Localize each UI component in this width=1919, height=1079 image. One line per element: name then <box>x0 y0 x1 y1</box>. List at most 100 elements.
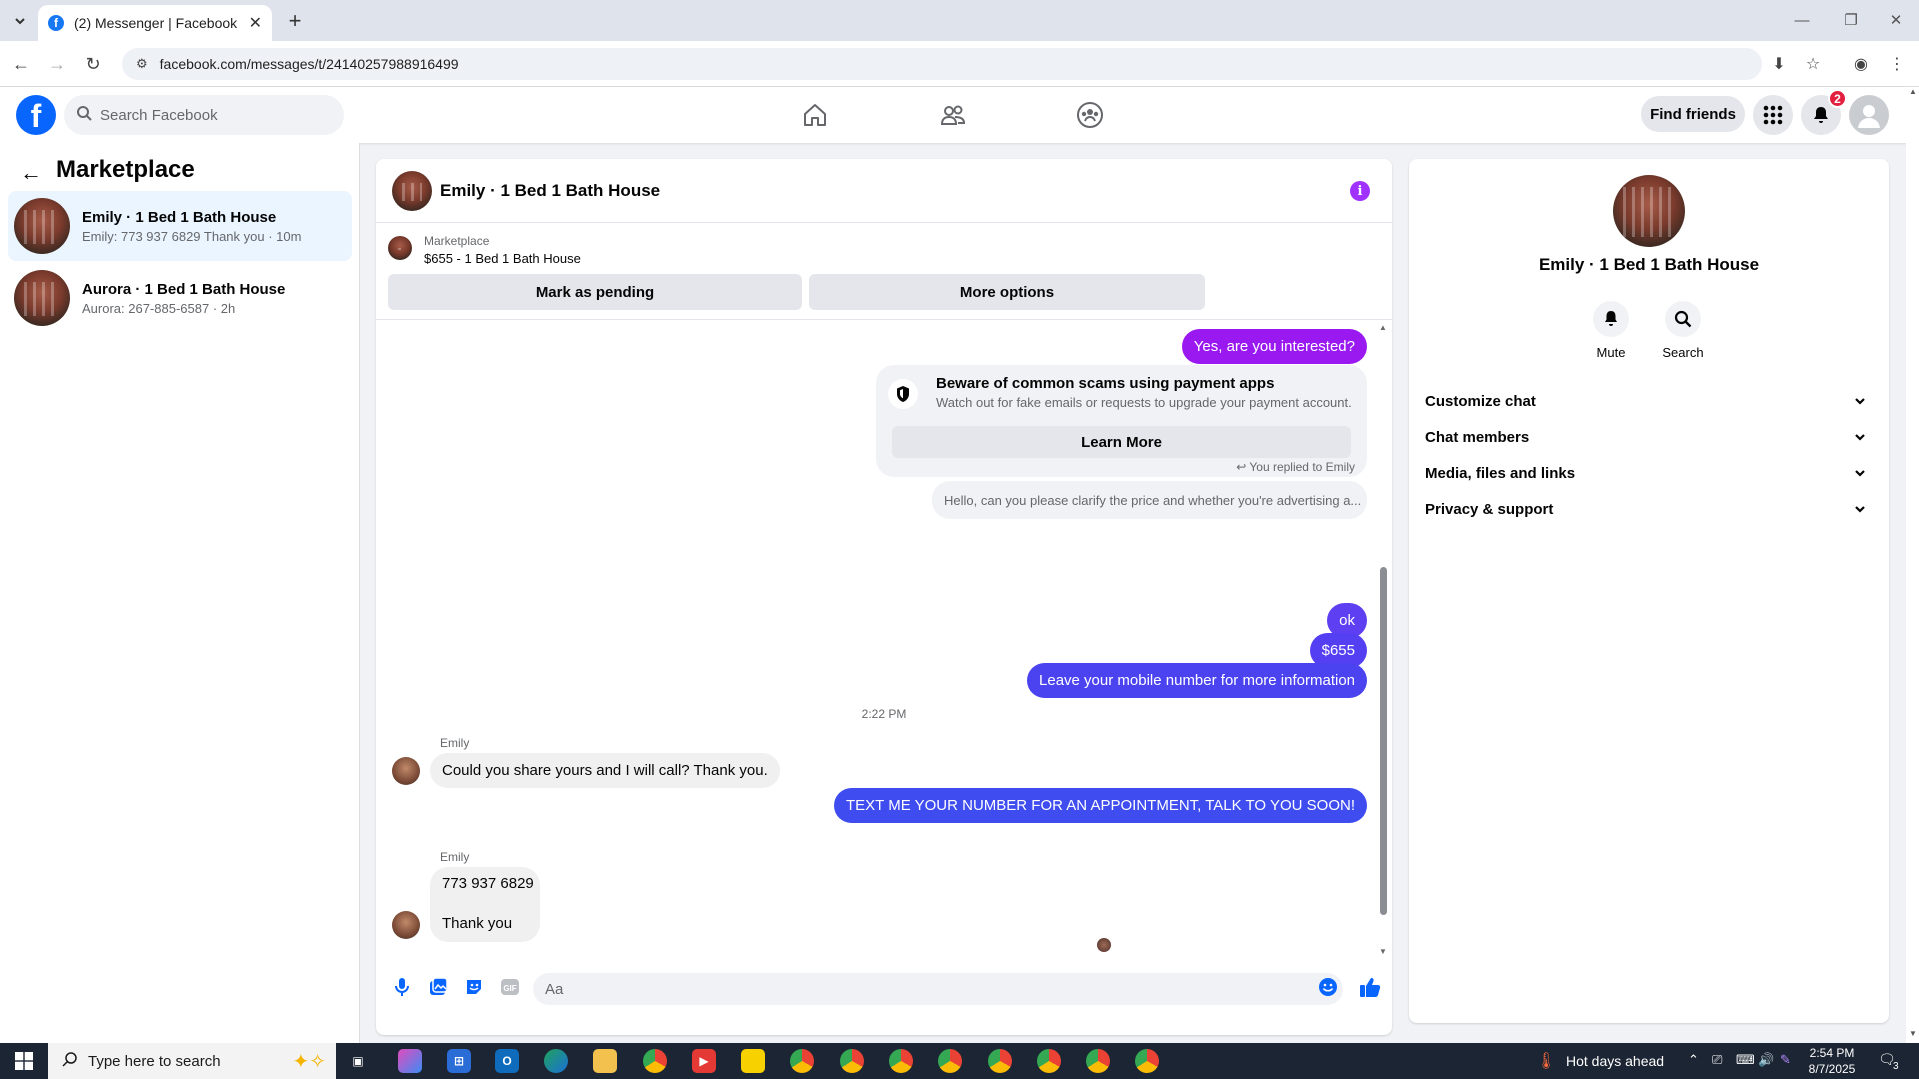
photo-attach-icon[interactable] <box>426 975 450 999</box>
conversation-preview: Aurora: 267-885-6587 · 2h <box>82 300 236 316</box>
chrome-profile-icon[interactable] <box>988 1049 1012 1073</box>
reload-icon[interactable]: ↻ <box>80 51 106 77</box>
back-icon[interactable]: ← <box>8 51 34 77</box>
close-tab-icon[interactable]: ✕ <box>249 13 262 33</box>
mark-as-pending-button[interactable]: Mark as pending <box>388 274 802 310</box>
taskbar-search-icon <box>62 1051 78 1071</box>
home-nav-icon[interactable] <box>759 87 871 143</box>
quoted-message[interactable]: Hello, can you please clarify the price … <box>932 481 1367 519</box>
chrome-icon[interactable] <box>643 1049 667 1073</box>
search-label: Search <box>1662 345 1704 360</box>
emoji-icon[interactable] <box>1316 975 1340 999</box>
scroll-up-icon[interactable]: ▲ <box>1379 323 1387 332</box>
chevron-down-icon <box>1855 506 1865 513</box>
sender-avatar[interactable] <box>392 911 420 939</box>
reply-arrow-icon: ↩ <box>1236 460 1247 474</box>
page-scroll-down-icon[interactable]: ▼ <box>1909 1029 1917 1038</box>
chat-scrollbar[interactable]: ▲ ▼ <box>1377 321 1389 957</box>
marketplace-listing-strip: Marketplace $655 - 1 Bed 1 Bath House Ma… <box>376 224 1392 320</box>
info-name: Emily · 1 Bed 1 Bath House <box>1538 255 1760 274</box>
browser-tab-messenger[interactable]: f (2) Messenger | Facebook ✕ <box>38 5 272 41</box>
message-outgoing[interactable]: Leave your mobile number for more inform… <box>1027 663 1367 698</box>
search-highlight-sparkle-icon: ✦✧ <box>292 1050 326 1073</box>
info-avatar[interactable] <box>1613 175 1685 247</box>
chrome-profile-icon[interactable] <box>1135 1049 1159 1073</box>
facebook-logo-icon[interactable]: f <box>16 95 56 135</box>
chat-title[interactable]: Emily · 1 Bed 1 Bath House <box>440 181 660 201</box>
pen-icon[interactable]: ✎ <box>1780 1052 1791 1068</box>
weather-text[interactable]: Hot days ahead <box>1566 1053 1664 1069</box>
marketplace-sidebar: ← Marketplace Emily · 1 Bed 1 Bath House… <box>0 143 360 1043</box>
sender-avatar[interactable] <box>392 757 420 785</box>
sticky-notes-icon[interactable] <box>741 1049 765 1073</box>
microphone-icon[interactable] <box>390 975 414 999</box>
menu-grid-icon[interactable] <box>1753 95 1793 135</box>
chat-avatar[interactable] <box>392 171 432 211</box>
page-scroll-up-icon[interactable]: ▲ <box>1909 87 1917 96</box>
forward-icon[interactable]: → <box>44 51 70 77</box>
file-explorer-icon[interactable] <box>593 1049 617 1073</box>
window-close-icon[interactable]: ✕ <box>1881 9 1911 31</box>
windows-start-icon[interactable] <box>0 1043 48 1079</box>
conversation-name: Emily · 1 Bed 1 Bath House <box>82 208 277 226</box>
network-icon[interactable]: ⌨ <box>1736 1052 1755 1068</box>
friends-nav-icon[interactable] <box>897 87 1009 143</box>
chevron-down-icon <box>1855 398 1865 405</box>
find-friends-button[interactable]: Find friends <box>1641 96 1745 132</box>
profile-icon[interactable]: ◉ <box>1848 51 1874 77</box>
reply-indicator: ↩ You replied to Emily <box>1236 460 1355 474</box>
meet-now-icon[interactable]: ⎚ <box>1712 1052 1722 1068</box>
edge-icon[interactable] <box>544 1049 568 1073</box>
groups-nav-icon[interactable] <box>1034 87 1146 143</box>
url-text: facebook.com/messages/t/2414025798891649… <box>159 56 459 72</box>
message-outgoing[interactable]: TEXT ME YOUR NUMBER FOR AN APPOINTMENT, … <box>834 788 1367 823</box>
chrome-profile-icon[interactable] <box>938 1049 962 1073</box>
store-icon[interactable]: ⊞ <box>447 1049 471 1073</box>
back-arrow-icon[interactable]: ← <box>20 160 44 185</box>
site-info-icon[interactable]: ⚙ <box>136 56 148 72</box>
chrome-profile-icon[interactable] <box>840 1049 864 1073</box>
browser-menu-icon[interactable]: ⋮ <box>1884 51 1910 77</box>
chrome-profile-icon[interactable] <box>1086 1049 1110 1073</box>
install-app-icon[interactable]: ⬇ <box>1766 51 1792 77</box>
message-incoming[interactable]: Could you share yours and I will call? T… <box>430 753 780 788</box>
account-avatar-icon[interactable] <box>1849 95 1889 135</box>
minimize-icon[interactable]: — <box>1787 9 1817 31</box>
listing-thumbnail[interactable] <box>388 236 412 260</box>
taskbar-clock[interactable]: 2:54 PM 8/7/2025 <box>1800 1045 1864 1077</box>
tray-chevron-up-icon[interactable]: ⌃ <box>1688 1052 1699 1068</box>
more-options-button[interactable]: More options <box>809 274 1205 310</box>
outlook-icon[interactable]: O <box>495 1049 519 1073</box>
copilot-icon[interactable] <box>398 1049 422 1073</box>
volume-icon[interactable]: 🔊 <box>1758 1052 1774 1068</box>
restore-icon[interactable]: ❐ <box>1836 9 1866 31</box>
listing-title[interactable]: $655 - 1 Bed 1 Bath House <box>424 251 581 266</box>
conversation-info-icon[interactable]: i <box>1350 181 1370 201</box>
learn-more-button[interactable]: Learn More <box>892 426 1351 458</box>
chat-scroll-thumb[interactable] <box>1380 567 1387 915</box>
page-scrollbar[interactable]: ▲ ▼ <box>1906 87 1919 1043</box>
conversation-item-aurora[interactable]: Aurora · 1 Bed 1 Bath House Aurora: 267-… <box>8 263 352 333</box>
app-red-icon[interactable]: ▶ <box>692 1049 716 1073</box>
task-view-icon[interactable]: ▣ <box>346 1049 370 1073</box>
chrome-profile-icon[interactable] <box>790 1049 814 1073</box>
message-input[interactable]: Aa <box>533 973 1343 1005</box>
privacy-support-row[interactable]: Privacy & support <box>1425 487 1873 531</box>
facebook-search-input[interactable]: Search Facebook <box>64 95 344 135</box>
conversation-item-emily[interactable]: Emily · 1 Bed 1 Bath House Emily: 773 93… <box>8 191 352 261</box>
taskbar-search-input[interactable]: Type here to search ✦✧ <box>48 1043 336 1079</box>
chrome-profile-icon[interactable] <box>889 1049 913 1073</box>
url-field[interactable]: ⚙ facebook.com/messages/t/24140257988916… <box>122 48 1762 80</box>
message-timestamp: 2:22 PM <box>861 707 907 721</box>
like-thumb-icon[interactable] <box>1358 975 1382 999</box>
message-incoming[interactable]: 773 937 6829 <box>442 875 534 892</box>
new-tab-icon[interactable]: + <box>282 8 308 34</box>
message-outgoing[interactable]: Yes, are you interested? <box>1181 329 1367 364</box>
message-incoming[interactable]: Thank you <box>442 915 512 932</box>
scroll-down-icon[interactable]: ▼ <box>1379 947 1387 956</box>
chrome-profile-icon[interactable] <box>1037 1049 1061 1073</box>
gif-icon[interactable]: GIF <box>498 975 522 999</box>
sticker-icon[interactable] <box>462 975 486 999</box>
tab-list-chevron-icon[interactable] <box>8 9 32 33</box>
bookmark-star-icon[interactable]: ☆ <box>1800 51 1826 77</box>
